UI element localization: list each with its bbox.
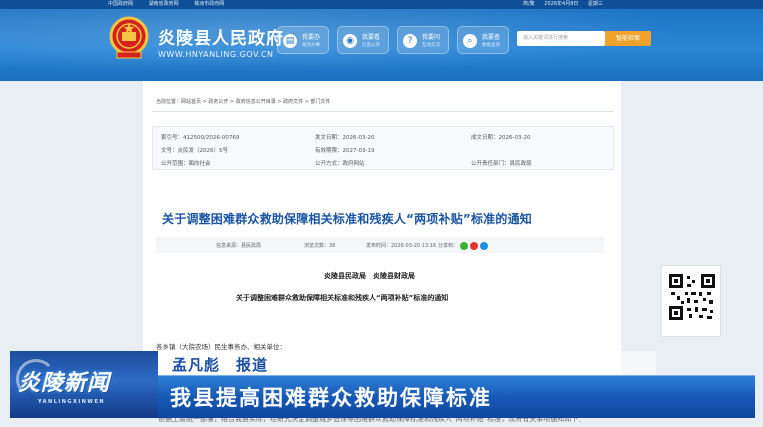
meta-issue-date: 发文日期：2026-03-20 (315, 135, 375, 141)
meta-owner: 公开责任部门：县民政局 (471, 161, 532, 167)
national-emblem-icon[interactable] (108, 16, 150, 60)
smart-search-button[interactable]: 智能检索 (605, 31, 651, 46)
top-link-city[interactable]: 株洲市政府网 (194, 1, 224, 7)
meta-doc-no: 文号：炎民发〔2026〕5号 (161, 148, 228, 154)
qr-code-icon (669, 274, 715, 320)
search-placeholder: 输入关键词进行搜索 (523, 35, 569, 41)
ask-button-sub: 互动交流 (422, 43, 440, 48)
meta-scope: 公开范围：面向社会 (161, 161, 211, 167)
qq-share-icon[interactable] (480, 242, 488, 250)
site-url: WWW.HNYANLING.GOV.CN (158, 50, 274, 59)
qr-code (661, 265, 721, 337)
article-views: 浏览次数：38 (304, 243, 336, 249)
meta-create-date: 成文日期：2026-03-20 (471, 135, 531, 141)
eye-icon: ◉ (343, 34, 357, 48)
top-link-bar: 中国政府网 湖南省政府网 株洲市政府网 简/繁 2026年4月8日 星期三 (0, 0, 763, 9)
news-logo: 炎陵新闻 (18, 371, 111, 396)
article-title: 关于调整困难群众救助保障相关标准和残疾人“两项补贴”标准的通知 (162, 212, 532, 226)
notice-greeting: 各乡镇（大院农场）民生事务办、相关单位： (156, 343, 286, 351)
news-logo-sub: YANLINGXINWEN (38, 399, 106, 405)
share-label: 分享到： (438, 243, 459, 249)
meta-index-no: 索引号：412500/2026-00769 (161, 135, 240, 141)
issuer-line: 炎陵县民政局 炎陵县财政局 (324, 272, 415, 280)
info-button-sub: 信息公开 (362, 43, 380, 48)
news-headline: 我县提高困难群众救助保障标准 (170, 386, 492, 410)
service-button-label: 我要办 (302, 34, 321, 41)
meta-method: 公开方式：政府网站 (315, 161, 365, 167)
query-button-label: 我要查 (482, 34, 501, 41)
info-button[interactable]: ◉ 我要看 信息公开 (337, 26, 389, 54)
current-date: 2026年4月8日 (544, 1, 579, 7)
lang-toggle[interactable]: 简/繁 (523, 1, 535, 7)
search-icon: ⌕ (463, 34, 477, 48)
service-button-sub: 服务办事 (302, 43, 320, 48)
ask-button-label: 我要问 (422, 34, 441, 41)
document-meta-table: 索引号：412500/2026-00769 发文日期：2026-03-20 成文… (152, 126, 614, 170)
article-time: 发布时间：2026-03-20 13:16 (366, 243, 437, 249)
meta-valid-date: 有效期限：2027-03-19 (315, 148, 375, 154)
service-button[interactable]: ▤ 我要办 服务办事 (277, 26, 329, 54)
top-link-province[interactable]: 湖南省政府网 (149, 1, 179, 7)
notice-subtitle: 关于调整困难群众救助保障相关标准和残疾人“两项补贴”标准的通知 (236, 294, 449, 302)
top-right-info: 简/繁 2026年4月8日 星期三 (515, 0, 603, 9)
breadcrumb[interactable]: 当前位置：网站首页 > 政务公开 > 政府信息公开目录 > 政府文件 > 部门文… (156, 98, 330, 105)
weibo-share-icon[interactable] (470, 242, 478, 250)
top-link-gov[interactable]: 中国政府网 (108, 1, 133, 7)
breadcrumb-divider (152, 111, 614, 112)
info-button-label: 我要看 (362, 34, 381, 41)
search-input[interactable]: 输入关键词进行搜索 (517, 31, 605, 46)
wechat-share-icon[interactable] (460, 242, 468, 250)
site-title[interactable]: 炎陵县人民政府 (158, 24, 284, 49)
article-source: 信息来源：县民政局 (216, 243, 262, 249)
query-button[interactable]: ⌕ 我要查 数据查询 (457, 26, 509, 54)
top-links: 中国政府网 湖南省政府网 株洲市政府网 (108, 0, 238, 9)
question-icon: ? (403, 34, 417, 48)
office-icon: ▤ (283, 34, 297, 48)
reporter-credit: 孟凡彪 报道 (172, 356, 269, 374)
ask-button[interactable]: ? 我要问 互动交流 (397, 26, 449, 54)
screen: 中国政府网 湖南省政府网 株洲市政府网 简/繁 2026年4月8日 星期三 炎陵… (0, 0, 763, 427)
query-button-sub: 数据查询 (482, 43, 500, 48)
article-info-bar: 信息来源：县民政局 浏览次数：38 发布时间：2026-03-20 13:16 … (156, 237, 604, 253)
current-weekday: 星期三 (587, 1, 603, 7)
